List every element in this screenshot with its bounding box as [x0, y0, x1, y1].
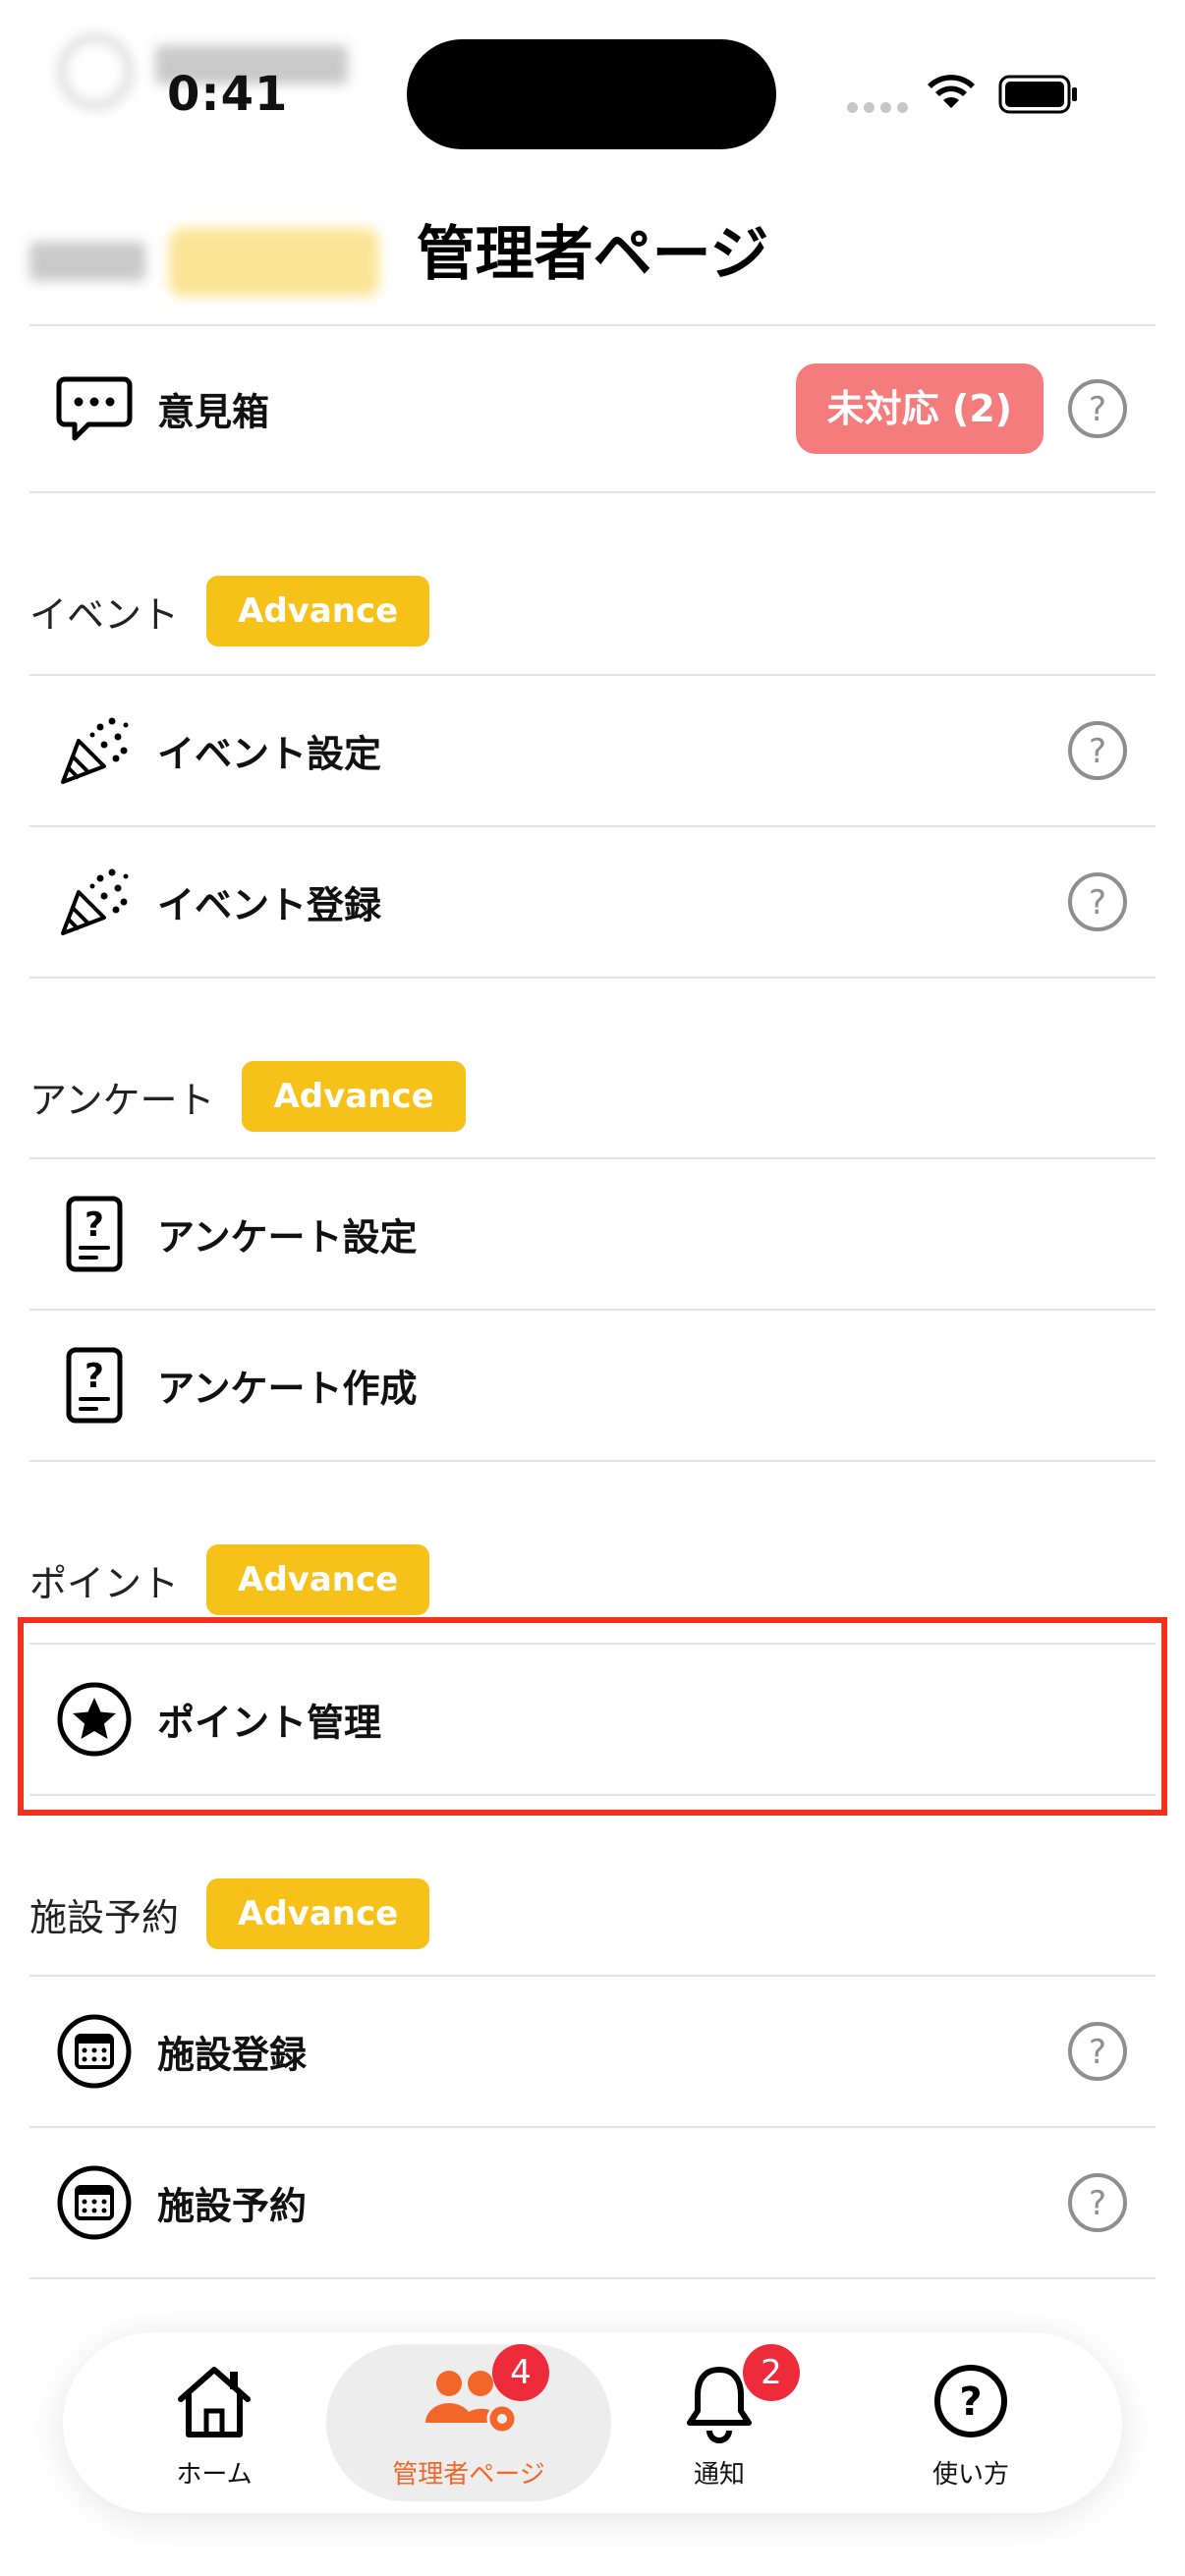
- help-icon[interactable]: ?: [1067, 871, 1128, 932]
- section-header-facility: 施設予約 Advance: [29, 1878, 430, 1949]
- menu-item-facility-register[interactable]: 施設登録 ?: [29, 1977, 1156, 2126]
- help-icon[interactable]: ?: [1067, 378, 1128, 439]
- menu-item-survey-create[interactable]: ? アンケート作成: [29, 1311, 1156, 1460]
- admin-page: 0:41 管理者ページ 意見箱 未対応 (2) ? イベント Advance イ…: [0, 0, 1185, 2576]
- section-header-points: ポイント Advance: [29, 1544, 430, 1615]
- unhandled-status-badge[interactable]: 未対応 (2): [795, 364, 1044, 454]
- menu-item-label: 施設登録: [157, 2033, 308, 2077]
- svg-text:?: ?: [85, 1205, 104, 1245]
- battery-icon: [998, 75, 1077, 114]
- page-title: 管理者ページ: [416, 220, 769, 289]
- section-title: ポイント: [29, 1561, 180, 1605]
- home-icon: [178, 2367, 251, 2437]
- feedback-label: 意見箱: [157, 390, 270, 434]
- survey-document-icon: ?: [55, 1195, 134, 1273]
- advance-badge: Advance: [206, 1544, 430, 1615]
- divider: [29, 491, 1156, 493]
- tab-badge: 4: [492, 2344, 549, 2401]
- menu-item-label: アンケート作成: [157, 1367, 418, 1411]
- tab-how-to-use[interactable]: ? 使い方: [853, 2332, 1089, 2513]
- advance-badge: Advance: [206, 576, 430, 646]
- calendar-icon: [55, 2012, 134, 2091]
- svg-text:?: ?: [1089, 2033, 1106, 2072]
- svg-text:?: ?: [85, 1357, 104, 1396]
- wifi-icon: [928, 75, 975, 108]
- highlight-box: [18, 1617, 1167, 1816]
- menu-item-facility-reserve[interactable]: 施設予約 ?: [29, 2128, 1156, 2277]
- section-title: 施設予約: [29, 1895, 180, 1939]
- survey-document-icon: ?: [55, 1346, 134, 1425]
- party-popper-icon: [55, 863, 134, 941]
- feedback-row[interactable]: 意見箱 未対応 (2) ?: [29, 334, 1156, 483]
- menu-item-event-register[interactable]: イベント登録 ?: [29, 827, 1156, 977]
- svg-text:?: ?: [1089, 390, 1106, 429]
- party-popper-icon: [55, 711, 134, 790]
- divider: [29, 977, 1156, 979]
- blurred-home-icon: [59, 35, 132, 108]
- calendar-icon: [55, 2163, 134, 2242]
- divider: [29, 2277, 1156, 2279]
- menu-item-label: イベント設定: [157, 732, 382, 776]
- tab-label: 通知: [693, 2460, 745, 2490]
- divider: [29, 324, 1156, 326]
- section-title: アンケート: [29, 1078, 215, 1122]
- section-header-event: イベント Advance: [29, 576, 430, 646]
- cellular-signal-icon: [847, 102, 908, 113]
- menu-item-event-settings[interactable]: イベント設定 ?: [29, 676, 1156, 825]
- menu-item-label: イベント登録: [157, 883, 382, 927]
- help-icon[interactable]: ?: [1067, 2172, 1128, 2233]
- svg-text:?: ?: [1089, 732, 1106, 771]
- svg-text:?: ?: [1089, 2184, 1106, 2223]
- dynamic-island: [407, 39, 776, 149]
- svg-text:?: ?: [1089, 883, 1106, 923]
- menu-item-label: アンケート設定: [157, 1215, 418, 1260]
- help-icon[interactable]: ?: [1067, 2021, 1128, 2082]
- tab-label: ホーム: [176, 2460, 253, 2490]
- divider: [29, 1460, 1156, 1462]
- tab-notifications[interactable]: 2 通知: [601, 2332, 837, 2513]
- help-icon[interactable]: ?: [1067, 720, 1128, 781]
- tab-label: 管理者ページ: [392, 2460, 545, 2490]
- tab-admin[interactable]: 4 管理者ページ: [351, 2332, 587, 2513]
- advance-badge: Advance: [242, 1061, 466, 1132]
- help-icon: ?: [934, 2365, 1007, 2437]
- section-title: イベント: [29, 592, 180, 637]
- speech-bubble-icon: [55, 369, 134, 448]
- tab-badge: 2: [743, 2344, 800, 2401]
- status-time: 0:41: [167, 67, 289, 122]
- tab-label: 使い方: [931, 2460, 1009, 2490]
- section-header-survey: アンケート Advance: [29, 1061, 466, 1132]
- tab-home[interactable]: ホーム: [96, 2332, 332, 2513]
- svg-text:?: ?: [959, 2380, 982, 2425]
- menu-item-label: 施設予約: [157, 2184, 308, 2228]
- advance-badge: Advance: [206, 1878, 430, 1949]
- bottom-tab-bar: ホーム 4 管理者ページ 2 通知 ? 使い方: [63, 2332, 1122, 2513]
- menu-item-survey-settings[interactable]: ? アンケート設定: [29, 1159, 1156, 1309]
